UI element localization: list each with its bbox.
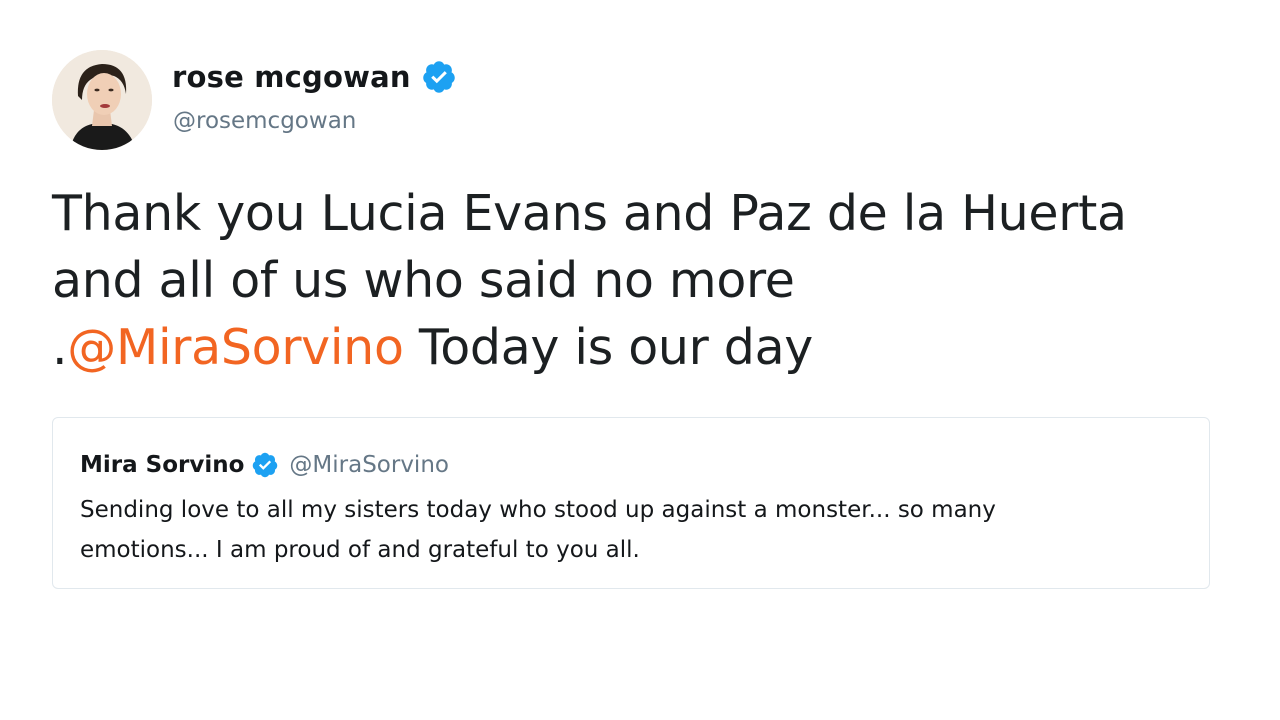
- quoted-tweet-text-line: Sending love to all my sisters today who…: [80, 497, 996, 523]
- tweet-text-line: and all of us who said no more: [52, 252, 795, 309]
- verified-badge-icon: [251, 451, 279, 479]
- tweet-text-suffix: Today is our day: [403, 319, 813, 376]
- avatar-photo: [52, 50, 152, 150]
- quoted-author-name: Mira Sorvino: [80, 452, 245, 478]
- author-avatar[interactable]: [52, 50, 152, 150]
- quoted-tweet-text-line: emotions... I am proud of and grateful t…: [80, 537, 640, 563]
- tweet-card: rose mcgowan @rosemcgowan Thank you Luci…: [0, 0, 1280, 720]
- author-display-name[interactable]: rose mcgowan: [172, 60, 411, 94]
- quoted-tweet-card[interactable]: Mira Sorvino @MiraSorvino Sending love t…: [52, 417, 1210, 589]
- tweet-text-prefix: .: [52, 319, 68, 376]
- author-handle[interactable]: @rosemcgowan: [173, 108, 356, 134]
- mention-link[interactable]: @MiraSorvino: [67, 319, 404, 376]
- quoted-author-handle: @MiraSorvino: [289, 452, 449, 478]
- tweet-text-line: Thank you Lucia Evans and Paz de la Huer…: [52, 185, 1127, 242]
- author-name-row: rose mcgowan: [172, 56, 457, 98]
- tweet-text: Thank you Lucia Evans and Paz de la Huer…: [52, 180, 1232, 381]
- quoted-tweet-text: Sending love to all my sisters today who…: [80, 490, 1180, 570]
- verified-badge-icon: [421, 59, 457, 95]
- tweet-text-line: .@MiraSorvino Today is our day: [52, 314, 1232, 381]
- quoted-tweet-header: Mira Sorvino @MiraSorvino: [80, 450, 449, 480]
